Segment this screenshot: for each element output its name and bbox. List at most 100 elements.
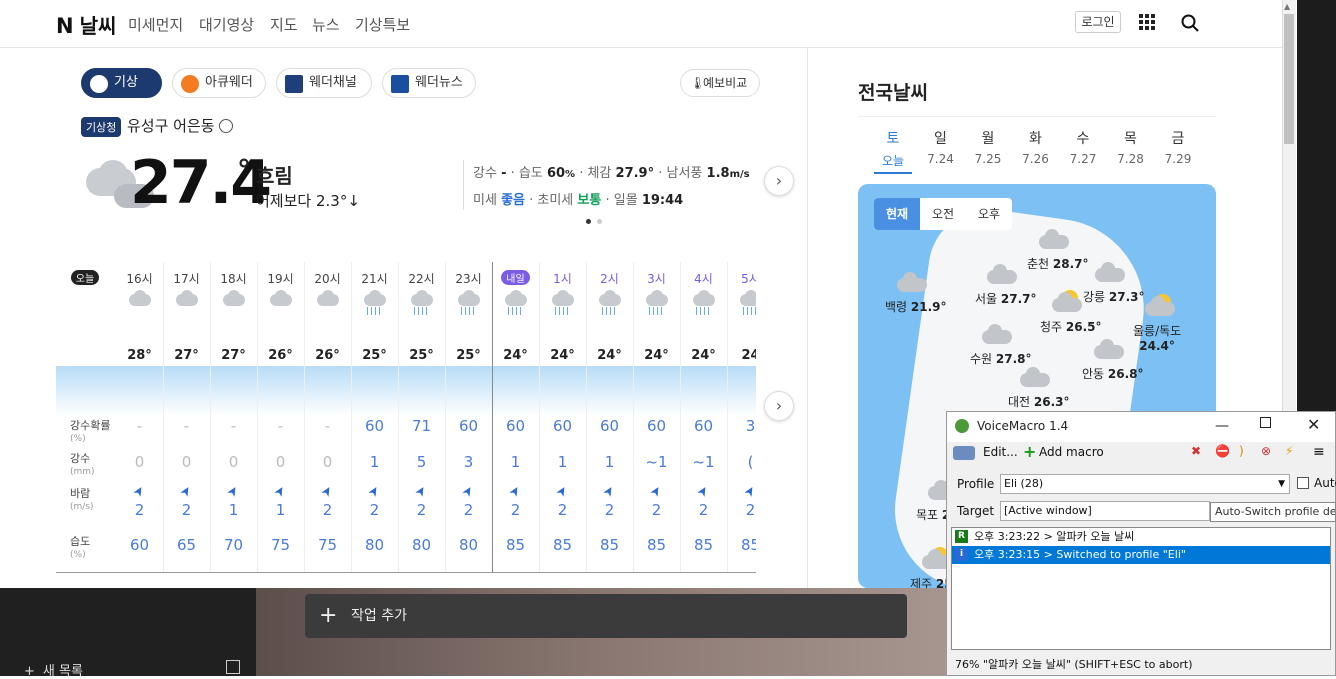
map-city[interactable]: 서울 27.7°	[975, 290, 1037, 307]
nav-link-fine-dust[interactable]: 미세먼지	[128, 14, 183, 35]
edit-button[interactable]: Edit...	[983, 445, 1018, 459]
mute-icon[interactable]: ⛔	[1215, 444, 1230, 458]
source-kma-button[interactable]: 기상청	[81, 68, 162, 118]
stop-icon[interactable]: ⊗	[1261, 444, 1271, 458]
voicemacro-log[interactable]: R 오후 3:23:22 > 알파카 오늘 날씨 i 오후 3:23:15 > Sw…	[951, 527, 1331, 650]
day-tab[interactable]: 화 7.26	[1013, 128, 1059, 166]
naver-weather-logo[interactable]: N 날씨	[56, 10, 116, 39]
scroll-up-icon[interactable]: ▲	[1284, 2, 1290, 11]
rain-cloud-icon	[597, 290, 623, 316]
accuweather-logo-icon	[181, 75, 199, 93]
hourly-column: 2시 24° 60 1 2 85 ➤	[586, 262, 633, 572]
city-name: 목포	[916, 508, 939, 522]
current-next-button[interactable]: ›	[764, 166, 794, 196]
carousel-dot[interactable]	[597, 219, 602, 224]
precip-amount: 5	[416, 453, 427, 471]
rain-cloud-icon	[644, 290, 670, 316]
rain-cloud-icon	[503, 290, 529, 316]
target-select[interactable]: [Active window]	[1000, 501, 1210, 521]
cloud-icon	[174, 290, 200, 316]
days-divider	[858, 116, 1216, 117]
hour-label: 1시	[553, 272, 572, 286]
forecast-compare-button[interactable]: 🌡 예보비교	[680, 69, 761, 97]
city-name: 청주	[1040, 320, 1063, 334]
hour-temperature: 28°	[127, 348, 152, 363]
new-group-icon[interactable]	[226, 660, 240, 674]
weather-channel-logo-icon	[285, 75, 303, 93]
map-city[interactable]: 청주 26.5°	[1040, 318, 1102, 335]
nav-link-map[interactable]: 지도	[270, 14, 298, 35]
humidity-value: 85	[740, 536, 756, 554]
nav-link-warnings[interactable]: 기상특보	[355, 14, 410, 35]
hourly-next-button[interactable]: ›	[764, 391, 794, 421]
hour-temperature: 27°	[174, 348, 199, 363]
day-tab[interactable]: 수 7.27	[1060, 128, 1106, 166]
auto-checkbox[interactable]	[1297, 477, 1309, 489]
time-tabs: 현재 오전 오후	[874, 198, 1012, 230]
source-weathernews-button[interactable]: 웨더뉴스	[382, 68, 476, 98]
current-location[interactable]: 유성구 어은동	[127, 115, 234, 136]
profile-select[interactable]: Eli (28) ▼	[1000, 474, 1290, 494]
carousel-dot-active[interactable]	[586, 219, 591, 224]
nav-link-news[interactable]: 뉴스	[312, 14, 340, 35]
day-tab[interactable]: 금 7.29	[1155, 128, 1201, 166]
menu-icon[interactable]: ≡	[1313, 444, 1325, 460]
nav-link-satellite[interactable]: 대기영상	[199, 14, 254, 35]
precip-amount: ~1	[645, 453, 668, 471]
source-accuweather-button[interactable]: 아큐웨더	[172, 68, 266, 98]
map-city[interactable]: 대전 26.3°	[1008, 393, 1070, 410]
weather-stats-row-2: 미세 좋음 · 초미세 보통 · 일몰 19:44	[473, 193, 684, 208]
panel-divider	[807, 48, 808, 588]
city-temperature: 26.3°	[1033, 395, 1070, 409]
precip-probability: 60	[458, 417, 479, 435]
close-icon[interactable]: ✕	[1307, 415, 1320, 434]
map-city[interactable]: 춘천 28.7°	[1027, 255, 1089, 272]
apps-grid-icon[interactable]	[1139, 14, 1155, 30]
add-task-input[interactable]: + 작업 추가	[305, 594, 907, 638]
city-temperature: 27.7°	[1000, 292, 1037, 306]
disable-icon[interactable]: ✖	[1191, 444, 1201, 458]
rain-cloud-icon	[362, 290, 388, 316]
minimize-icon[interactable]: —	[1215, 418, 1229, 434]
precip-amount: 1	[369, 453, 380, 471]
tab-morning[interactable]: 오전	[920, 198, 966, 230]
login-button[interactable]: 로그인	[1075, 11, 1121, 33]
map-city[interactable]: 안동 26.8°	[1082, 365, 1144, 382]
lightning-icon[interactable]: ⚡	[1285, 444, 1293, 458]
day-date: 7.27	[1069, 152, 1097, 166]
listen-icon[interactable]: )	[1239, 444, 1244, 458]
precip-amount: 1	[604, 453, 615, 471]
add-macro-button[interactable]: Add macro	[1039, 445, 1104, 459]
search-icon[interactable]	[1181, 14, 1199, 32]
day-tab[interactable]: 토 오늘	[870, 128, 916, 169]
city-name: 서울	[975, 292, 998, 306]
log-row[interactable]: R 오후 3:23:22 > 알파카 오늘 날씨	[952, 528, 1330, 546]
voicemacro-titlebar[interactable]: VoiceMacro 1.4 — ✕	[947, 412, 1335, 442]
chevron-right-icon: ›	[775, 171, 783, 190]
tab-now[interactable]: 현재	[874, 198, 920, 230]
maximize-icon[interactable]	[1260, 417, 1271, 428]
scrollbar-thumb[interactable]	[1284, 14, 1294, 144]
day-name: 금	[1171, 131, 1185, 147]
humidity-value: 60	[129, 536, 150, 554]
precip-amount: 0	[275, 453, 286, 471]
tab-afternoon[interactable]: 오후	[966, 198, 1012, 230]
cloud-icon	[897, 270, 929, 294]
cloud-icon	[1095, 260, 1127, 284]
source-weather-channel-button[interactable]: 웨더채널	[276, 68, 372, 98]
new-list-button[interactable]: + 새 목록	[24, 660, 83, 679]
day-name: 화	[1029, 131, 1042, 147]
hour-temperature: 25°	[456, 348, 481, 363]
city-name: 백령	[885, 300, 908, 314]
day-tab[interactable]: 월 7.25	[965, 128, 1011, 166]
day-tab[interactable]: 목 7.28	[1108, 128, 1154, 166]
gps-target-icon[interactable]	[219, 119, 234, 133]
map-city[interactable]: 울릉/독도 24.4°	[1133, 322, 1181, 353]
voicemacro-app-icon	[955, 419, 969, 433]
map-city[interactable]: 백령 21.9°	[885, 298, 947, 315]
map-city[interactable]: 강릉 27.3°	[1083, 288, 1145, 305]
hour-label: 23시	[455, 272, 482, 286]
day-tab[interactable]: 일 7.24	[918, 128, 964, 166]
log-row-selected[interactable]: i 오후 3:23:15 > Switched to profile "Eli"	[952, 546, 1330, 564]
target-label: Target	[957, 504, 995, 518]
